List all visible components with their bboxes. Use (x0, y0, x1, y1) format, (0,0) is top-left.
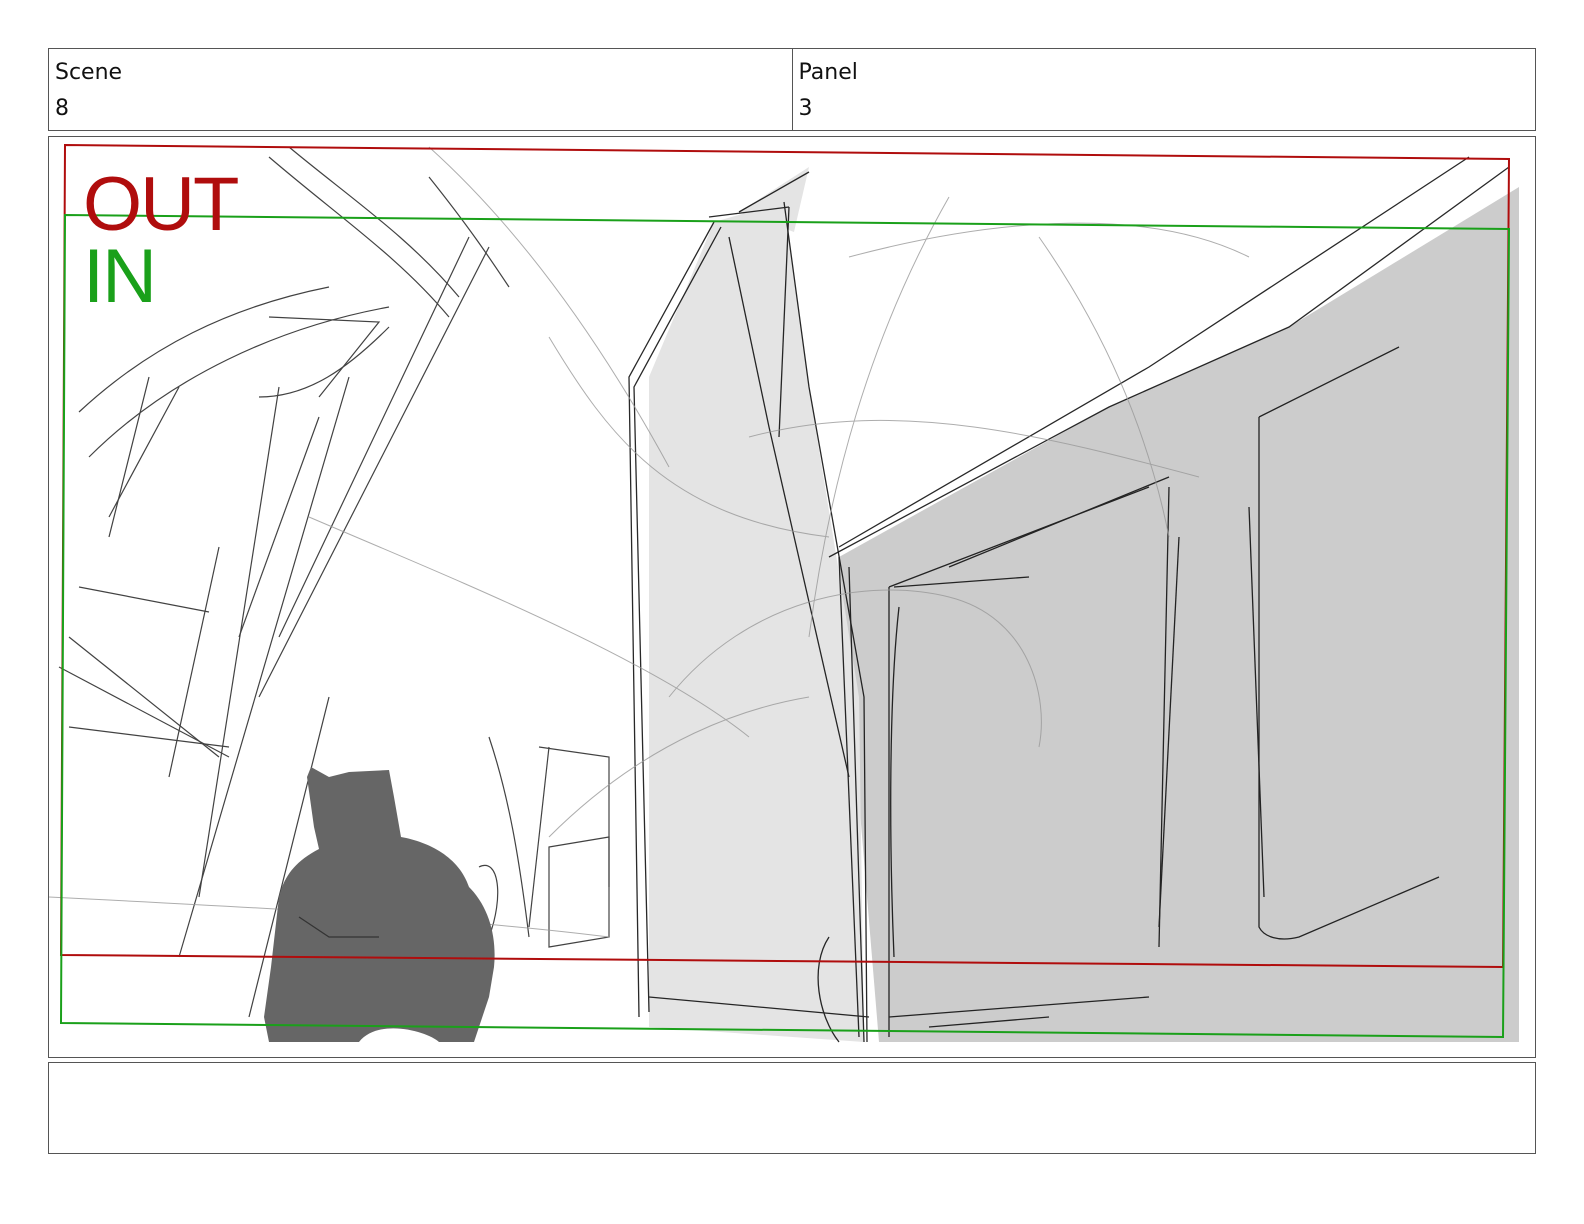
hooded-figure (264, 767, 495, 1042)
panel-header: Scene 8 Panel 3 (48, 48, 1536, 131)
panel-label: Panel (798, 60, 858, 85)
scene-label: Scene (55, 60, 123, 85)
panel-cell: Panel 3 (791, 49, 1536, 130)
storyboard-sketch (49, 143, 1519, 1043)
out-label: OUT (83, 162, 239, 247)
storyboard-frame: OUT IN (48, 136, 1536, 1058)
scene-number: 8 (55, 96, 69, 121)
scene-cell: Scene 8 (49, 49, 792, 130)
in-label: IN (83, 234, 157, 319)
panel-number: 3 (798, 96, 813, 121)
pillar-shading (649, 202, 864, 1042)
notes-box[interactable] (48, 1062, 1536, 1154)
right-wall-shading (839, 187, 1519, 1042)
